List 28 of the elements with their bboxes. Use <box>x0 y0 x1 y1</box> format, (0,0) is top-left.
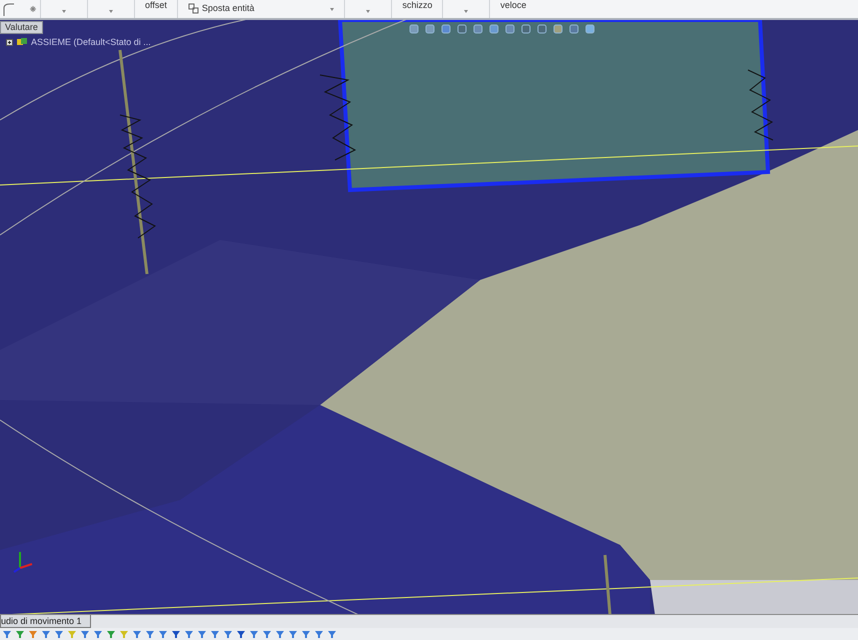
ribbon-label[interactable]: veloce <box>500 0 526 11</box>
caret-icon[interactable] <box>464 10 468 13</box>
view-tool-icon[interactable] <box>520 23 532 35</box>
caret-icon[interactable] <box>366 10 370 13</box>
assembly-icon <box>16 37 28 47</box>
caret-icon[interactable] <box>62 10 66 13</box>
ribbon-label[interactable]: offset <box>145 0 167 11</box>
tab[interactable]: Valutare <box>0 21 43 34</box>
caret-icon[interactable] <box>330 8 334 11</box>
caret-icon[interactable] <box>109 10 113 13</box>
view-tool-icon[interactable] <box>536 23 548 35</box>
view-tool-icon[interactable] <box>424 23 436 35</box>
view-tool-icon[interactable] <box>584 23 596 35</box>
view-tool-icon[interactable] <box>488 23 500 35</box>
view-tool-icon[interactable] <box>504 23 516 35</box>
axis-triad-icon <box>12 550 34 574</box>
view-tool-icon[interactable] <box>472 23 484 35</box>
view-tool-icon[interactable] <box>552 23 564 35</box>
ribbon-label[interactable]: schizzo <box>402 0 432 11</box>
view-tool-icon[interactable] <box>456 23 468 35</box>
view-tool-icon[interactable] <box>440 23 452 35</box>
view-tool-icon[interactable] <box>408 23 420 35</box>
expand-icon[interactable] <box>6 38 13 46</box>
tree-item[interactable]: ASSIEME (Default<Stato di ... <box>31 37 151 47</box>
move-entities-icon[interactable] <box>188 3 199 14</box>
view-tool-icon[interactable] <box>568 23 580 35</box>
ribbon-label[interactable]: Sposta entità <box>202 3 254 14</box>
tab[interactable]: udio di movimento 1 <box>0 615 91 628</box>
